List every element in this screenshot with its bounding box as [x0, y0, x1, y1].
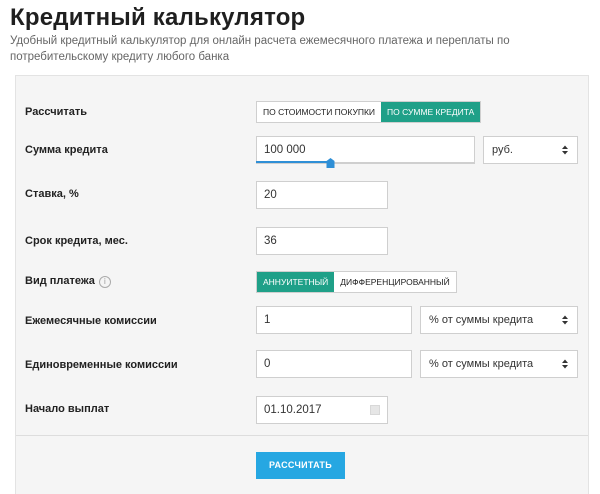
one-time-fees-unit-select[interactable]: % от суммы кредита — [420, 350, 578, 378]
loan-amount-input[interactable]: 100 000 — [256, 136, 475, 164]
slider-handle-icon[interactable] — [326, 158, 335, 168]
info-icon[interactable]: i — [98, 276, 111, 288]
monthly-fees-label: Ежемесячные комиссии — [25, 315, 157, 327]
term-input[interactable]: 36 — [256, 227, 388, 255]
start-date-label: Начало выплат — [25, 403, 110, 415]
payment-type-option-differentiated[interactable]: дифференцированный — [334, 272, 455, 292]
one-time-fees-unit-value: % от суммы кредита — [429, 358, 534, 370]
payment-type-label-text: Вид платежа — [25, 275, 95, 287]
select-arrows-icon — [562, 145, 568, 155]
start-date-value: 01.10.2017 — [264, 404, 322, 416]
monthly-fees-unit-select[interactable]: % от суммы кредита — [420, 306, 578, 334]
calc-mode-option-amount[interactable]: по сумме кредита — [381, 102, 481, 122]
one-time-fees-input[interactable]: 0 — [256, 350, 412, 378]
rate-input[interactable]: 20 — [256, 181, 388, 209]
page-title: Кредитный калькулятор — [10, 4, 306, 31]
payment-type-label: Вид платежа i — [25, 275, 111, 288]
calc-mode-option-price[interactable]: по стоимости покупки — [257, 102, 381, 122]
form-divider — [16, 435, 588, 436]
payment-type-toggle: аннуитетный дифференцированный — [256, 271, 457, 293]
currency-select-value: руб. — [492, 144, 513, 156]
currency-select[interactable]: руб. — [483, 136, 578, 164]
select-arrows-icon — [562, 359, 568, 369]
term-label: Срок кредита, мес. — [25, 235, 128, 247]
loan-amount-slider-fill — [256, 161, 330, 163]
payment-type-option-annuity[interactable]: аннуитетный — [257, 272, 335, 292]
calc-mode-label: Рассчитать — [25, 106, 88, 118]
calendar-icon[interactable] — [370, 405, 380, 415]
page-subtitle: Удобный кредитный калькулятор для онлайн… — [10, 35, 510, 63]
select-arrows-icon — [562, 315, 568, 325]
calculate-button[interactable]: Рассчитать — [256, 452, 345, 479]
rate-label: Ставка, % — [25, 188, 79, 200]
monthly-fees-input[interactable]: 1 — [256, 306, 412, 334]
loan-amount-label: Сумма кредита — [25, 144, 108, 156]
one-time-fees-label: Единовременные комиссии — [25, 359, 178, 371]
calc-mode-toggle: по стоимости покупки по сумме кредита — [256, 101, 482, 123]
start-date-input[interactable]: 01.10.2017 — [256, 396, 388, 424]
monthly-fees-unit-value: % от суммы кредита — [429, 314, 534, 326]
